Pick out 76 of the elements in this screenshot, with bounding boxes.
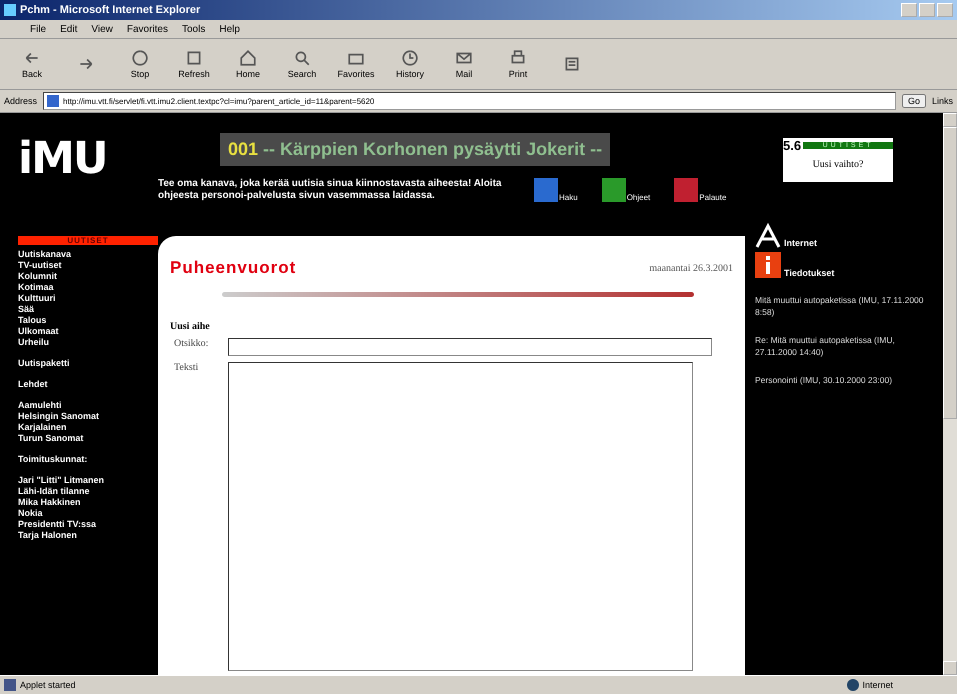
toolbar-button[interactable]: Home [228, 49, 268, 79]
menu-item[interactable]: Favorites [126, 24, 168, 34]
links-label[interactable]: Links [932, 96, 953, 106]
subject-field[interactable] [228, 338, 712, 356]
menu-item[interactable]: Edit [60, 24, 78, 34]
menu-item[interactable]: Tools [182, 24, 206, 34]
intro-text: Tee oma kanava, joka kerää uutisia sinua kiinnostavasta aiheesta! Aloita ohjeesta personoi-palvelusta sivun vasemmassa laidassa. [158, 178, 502, 202]
toolbar-button[interactable]: History [390, 49, 430, 79]
field-label: Otsikko: [173, 338, 210, 351]
nav-link[interactable]: Kulttuuri [18, 293, 158, 304]
toolbar-button[interactable]: Mail [444, 49, 484, 79]
tool-link[interactable]: Ohjeet [602, 178, 650, 202]
nav-link[interactable]: Kolumnit [18, 271, 158, 282]
minimize-button[interactable] [901, 3, 917, 17]
toolbar-button[interactable]: Favorites [336, 49, 376, 79]
nav-link[interactable]: Turun Sanomat [18, 433, 158, 444]
stop-icon [131, 49, 149, 67]
toolbar-button[interactable]: Back [12, 49, 52, 79]
nav-link[interactable]: Lehdet [18, 379, 158, 390]
page-heading: Puheenvuorot [170, 258, 296, 278]
field-label: Teksti [173, 362, 200, 375]
nav-link[interactable]: Talous [18, 315, 158, 326]
zone-text: Internet [862, 680, 893, 690]
menu-item[interactable]: File [30, 24, 46, 34]
info-icon [755, 252, 781, 278]
tool-link[interactable]: Palaute [674, 178, 726, 202]
notice-link[interactable]: Personointi (IMU, 30.10.2000 23:00) [755, 374, 925, 386]
nav-link[interactable]: Helsingin Sanomat [18, 411, 158, 422]
notice-link[interactable]: Re: Mitä muuttui autopaketissa (IMU, 27.11.2000 14:40) [755, 334, 925, 358]
scrollbar[interactable] [943, 113, 957, 675]
maximize-button[interactable] [919, 3, 935, 17]
section-link[interactable]: Tiedotukset [755, 252, 933, 278]
toolbar-button[interactable]: Print [498, 49, 538, 79]
nav-link[interactable]: Urheilu [18, 337, 158, 348]
menu-item[interactable]: View [91, 24, 113, 34]
nav-link[interactable]: Toimituskunnat: [18, 454, 158, 465]
news-ticker: 001 -- Kärppien Korhonen pysäytti Jokerit -- [220, 133, 610, 166]
menu-item[interactable]: Help [219, 24, 240, 34]
nav-link[interactable]: Jari "Litti" Litmanen [18, 475, 158, 486]
form-title: Uusi aihe [170, 321, 211, 332]
browser-icon [4, 4, 16, 16]
status-text: Applet started [20, 680, 76, 690]
tool-link[interactable]: Haku [534, 178, 578, 202]
home-icon [239, 49, 257, 67]
window-title: Pchm - Microsoft Internet Explorer [20, 4, 200, 16]
nav-link[interactable]: Kotimaa [18, 282, 158, 293]
toolbar-button[interactable]: Refresh [174, 49, 214, 79]
go-button[interactable]: Go [902, 94, 926, 108]
site-logo[interactable]: iMU [0, 113, 158, 236]
antenna-icon [755, 222, 781, 248]
toolbar-button[interactable]: Search [282, 49, 322, 79]
message-field[interactable] [228, 362, 693, 671]
nav-link[interactable]: Sää [18, 304, 158, 315]
section-link[interactable]: Internet [755, 222, 933, 248]
toolbar-button[interactable]: Stop [120, 49, 160, 79]
nav-link[interactable]: Karjalainen [18, 422, 158, 433]
nav-header: UUTISET [18, 236, 158, 245]
nav-link[interactable]: Uutispaketti [18, 358, 158, 369]
history-icon [401, 49, 419, 67]
nav-link[interactable]: Lähi-Idän tilanne [18, 486, 158, 497]
nav-link[interactable]: Tarja Halonen [18, 530, 158, 541]
close-button[interactable] [937, 3, 953, 17]
search-icon [293, 49, 311, 67]
nav-link[interactable]: Uutiskanava [18, 249, 158, 260]
document-icon [563, 55, 581, 73]
nav-link[interactable]: Presidentti TV:ssa [18, 519, 158, 530]
address-field[interactable]: http://imu.vtt.fi/servlet/fi.vtt.imu2.client.textpc?cl=imu?parent_article_id=11&parent=5620 [43, 92, 896, 110]
nav-link[interactable]: Nokia [18, 508, 158, 519]
notice-link[interactable]: Mitä muuttui autopaketissa (IMU, 17.11.2000 8:58) [755, 294, 925, 318]
nav-link[interactable]: TV-uutiset [18, 260, 158, 271]
globe-icon [847, 679, 860, 691]
nav-link[interactable]: Aamulehti [18, 400, 158, 411]
address-label: Address [4, 96, 38, 106]
nav-link[interactable]: Mika Hakkinen [18, 497, 158, 508]
date-text: maanantai 26.3.2001 [649, 262, 733, 274]
nav-link[interactable]: Ulkomaat [18, 326, 158, 337]
